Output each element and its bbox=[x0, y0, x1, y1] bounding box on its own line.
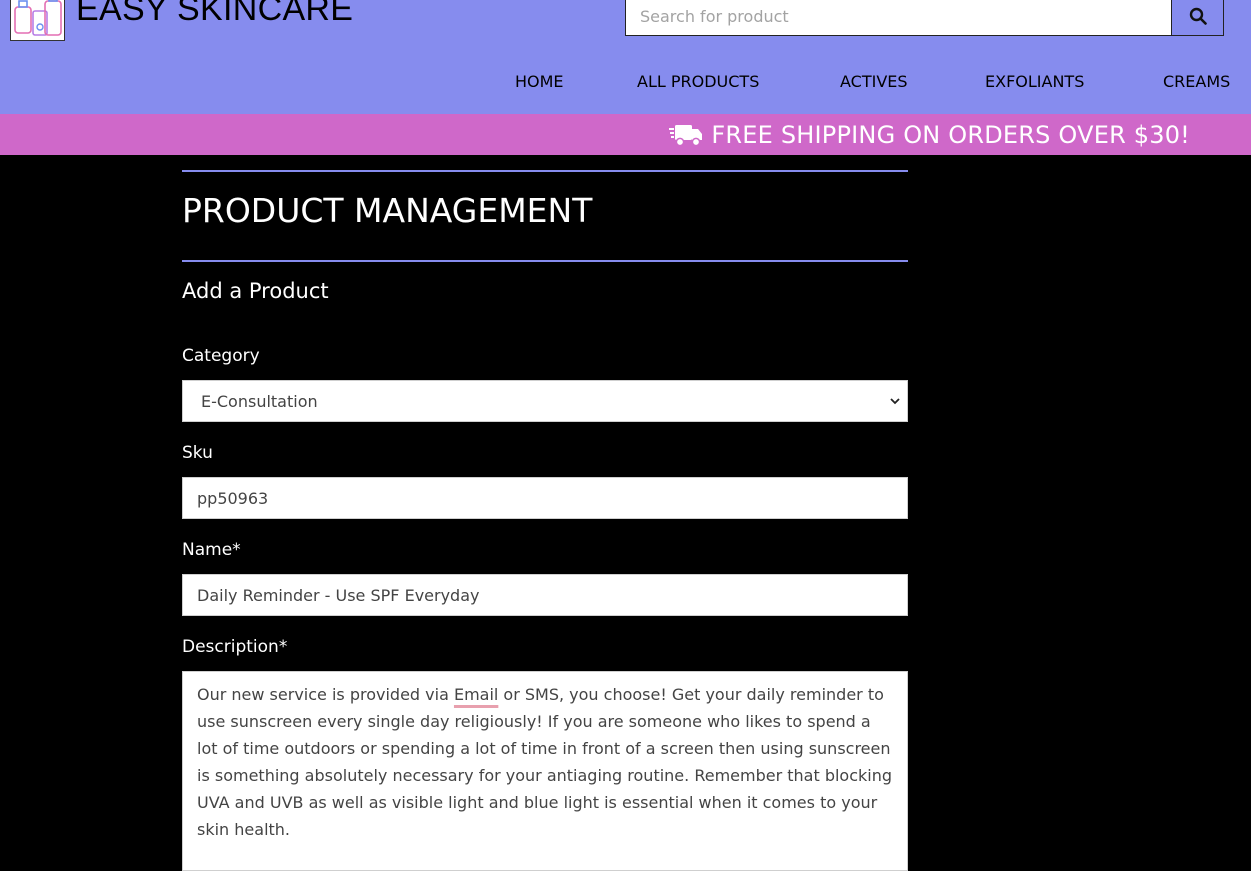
search-button[interactable] bbox=[1171, 0, 1224, 36]
page-title: PRODUCT MANAGEMENT bbox=[182, 191, 593, 230]
section-title: Add a Product bbox=[182, 279, 329, 303]
description-text-rest: or SMS, you choose! Get your daily remin… bbox=[197, 685, 893, 839]
nav-exfoliants[interactable]: EXFOLIANTS bbox=[985, 72, 1084, 91]
description-field[interactable]: Our new service is provided via Email or… bbox=[182, 671, 908, 871]
description-label: Description* bbox=[182, 637, 288, 657]
nav-all-products[interactable]: ALL PRODUCTS bbox=[637, 72, 759, 91]
name-field[interactable] bbox=[182, 574, 908, 616]
description-text-start: Our new service is provided via bbox=[197, 685, 454, 704]
shipping-banner-content: FREE SHIPPING ON ORDERS OVER $30! bbox=[669, 119, 1190, 150]
spellcheck-flagged-word: Email bbox=[453, 685, 499, 704]
sku-field[interactable] bbox=[182, 477, 908, 519]
category-selected-value: E-Consultation bbox=[201, 391, 318, 411]
search-input[interactable] bbox=[625, 0, 1172, 36]
shipping-banner-text: FREE SHIPPING ON ORDERS OVER $30! bbox=[711, 120, 1190, 149]
site-header: EASY SKINCARE HOME ALL PRODUCTS ACTIVES … bbox=[0, 0, 1251, 114]
top-divider bbox=[182, 170, 908, 172]
skincare-bottles-logo-icon bbox=[14, 0, 62, 36]
category-select[interactable]: E-Consultation bbox=[182, 380, 908, 422]
nav-actives[interactable]: ACTIVES bbox=[840, 72, 908, 91]
nav-home[interactable]: HOME bbox=[515, 72, 564, 91]
search-icon bbox=[1189, 7, 1207, 25]
nav-creams[interactable]: CREAMS bbox=[1163, 72, 1230, 91]
chevron-down-icon bbox=[890, 398, 900, 405]
title-divider bbox=[182, 260, 908, 262]
name-label: Name* bbox=[182, 540, 241, 560]
brand-name[interactable]: EASY SKINCARE bbox=[76, 0, 353, 29]
sku-label: Sku bbox=[182, 443, 213, 463]
category-label: Category bbox=[182, 346, 260, 366]
shipping-banner: FREE SHIPPING ON ORDERS OVER $30! bbox=[0, 114, 1251, 155]
shipping-truck-icon bbox=[669, 124, 703, 146]
logo[interactable] bbox=[10, 0, 65, 41]
